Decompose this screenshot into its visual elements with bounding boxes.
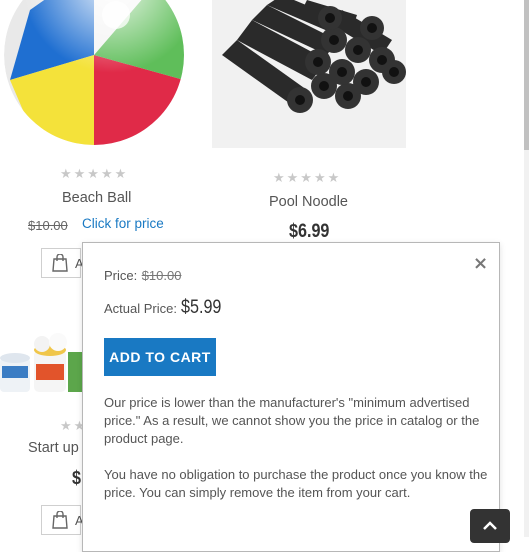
- rating-stars: ★★★★★: [273, 171, 342, 186]
- click-for-price-link[interactable]: Click for price: [82, 216, 164, 231]
- add-to-cart-button[interactable]: ADD TO CART: [104, 338, 216, 376]
- rating-stars: ★★★★★: [60, 167, 129, 182]
- shopping-bag-icon: [52, 510, 68, 534]
- product-price: $: [72, 468, 81, 489]
- product-name-start-up[interactable]: Start up: [28, 440, 79, 456]
- actual-price-value: $5.99: [181, 297, 222, 318]
- start-up-kit-image[interactable]: [0, 330, 82, 398]
- price-row: Price: $10.00: [104, 267, 181, 285]
- scrollbar-thumb[interactable]: [524, 0, 529, 150]
- add-to-cart-button[interactable]: A: [41, 248, 84, 278]
- product-price: $6.99: [289, 221, 330, 242]
- map-price-popup: × Price: $10.00 Actual Price: $5.99 ADD …: [82, 242, 500, 552]
- product-name-pool-noodle[interactable]: Pool Noodle: [269, 194, 348, 210]
- actual-price-row: Actual Price: $5.99: [104, 297, 229, 319]
- pool-noodle-image[interactable]: [212, 0, 406, 148]
- shopping-bag-icon: [52, 253, 68, 277]
- price-old-value: $10.00: [141, 268, 182, 283]
- add-to-cart-button[interactable]: A: [41, 505, 84, 535]
- back-to-top-button[interactable]: [470, 509, 510, 543]
- price-label: Price:: [104, 268, 138, 283]
- chevron-up-icon: [483, 518, 497, 536]
- map-notice-text: Our price is lower than the manufacturer…: [104, 395, 480, 446]
- close-icon[interactable]: ×: [473, 253, 488, 274]
- old-price: $10.00: [28, 218, 68, 233]
- product-name-beach-ball[interactable]: Beach Ball: [62, 190, 131, 206]
- obligation-notice-text: You have no obligation to purchase the p…: [104, 467, 488, 500]
- actual-price-label: Actual Price:: [104, 301, 177, 316]
- beach-ball-image[interactable]: [0, 0, 186, 145]
